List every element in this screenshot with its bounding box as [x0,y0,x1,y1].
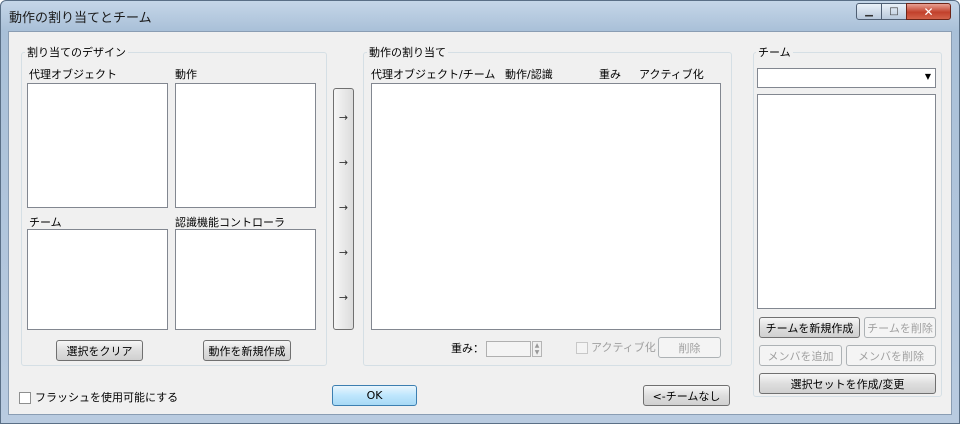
motion-list[interactable] [175,83,316,208]
window-title: 動作の割り当てとチーム [9,11,152,26]
delete-assignment-button[interactable]: 削除 [658,337,721,358]
assign-arrow-icon[interactable]: → [334,246,353,260]
new-team-button[interactable]: チームを新規作成 [759,317,860,338]
team-list-label: チーム [29,216,62,229]
ok-button[interactable]: OK [332,385,417,406]
proxy-object-list[interactable] [27,83,168,208]
weight-label: 重み： [451,342,484,355]
flash-checkbox[interactable] [19,392,31,404]
assign-arrow-column[interactable]: → → → → → [333,88,354,330]
assign-arrow-icon[interactable]: → [334,156,353,170]
no-team-button[interactable]: <-チームなし [643,385,730,406]
column-header-proxy-team[interactable]: 代理オブジェクト/チーム [371,68,495,82]
assignment-list[interactable] [371,83,721,330]
chevron-down-icon[interactable]: ▼ [925,72,931,81]
title-bar[interactable]: 動作の割り当てとチーム ▁ □ ✕ [1,1,959,31]
delete-team-button[interactable]: チームを削除 [864,317,936,338]
close-icon: ✕ [923,4,934,19]
column-header-motion[interactable]: 動作/認識 [505,68,553,82]
weight-spinner-arrows[interactable]: ▲ ▼ [532,341,542,357]
assign-arrow-icon[interactable]: → [334,111,353,125]
proxy-object-label: 代理オブジェクト [29,68,117,81]
selection-set-button[interactable]: 選択セットを作成/変更 [759,373,936,394]
team-select[interactable]: ▼ [757,68,936,88]
team-group-label: チーム [756,46,793,60]
assignment-group-label: 動作の割り当て [367,46,448,60]
flash-checkbox-label: フラッシュを使用可能にする [35,391,179,404]
team-member-list[interactable] [757,94,936,309]
column-header-weight[interactable]: 重み [599,68,621,82]
dialog-client-area: 割り当てのデザイン 代理オブジェクト 動作 チーム 認識機能コントローラ 選択を… [8,31,952,415]
motion-label: 動作 [175,68,197,81]
add-member-button[interactable]: メンバを追加 [759,345,842,366]
assign-arrow-icon[interactable]: → [334,201,353,215]
minimize-button[interactable]: ▁ [856,3,882,20]
weight-input[interactable] [486,341,531,357]
minimize-icon: ▁ [865,6,873,17]
dialog-window: 動作の割り当てとチーム ▁ □ ✕ 割り当てのデザイン 代理オブジェクト 動作 … [0,0,960,424]
maximize-button[interactable]: □ [881,3,907,20]
activate-checkbox[interactable] [576,342,588,354]
new-motion-button[interactable]: 動作を新規作成 [203,340,291,361]
column-header-activate[interactable]: アクティブ化 [639,68,704,82]
maximize-icon: □ [889,6,899,17]
weight-spinner[interactable]: ▲ ▼ [486,341,544,357]
design-group-label: 割り当てのデザイン [25,46,128,60]
remove-member-button[interactable]: メンバを削除 [846,345,936,366]
activate-checkbox-label: アクティブ化 [591,341,656,354]
controller-list[interactable] [175,229,316,330]
team-list[interactable] [27,229,168,330]
clear-selection-button[interactable]: 選択をクリア [56,340,143,361]
close-button[interactable]: ✕ [906,3,951,20]
controller-label: 認識機能コントローラ [175,216,285,229]
assign-arrow-icon[interactable]: → [334,291,353,305]
